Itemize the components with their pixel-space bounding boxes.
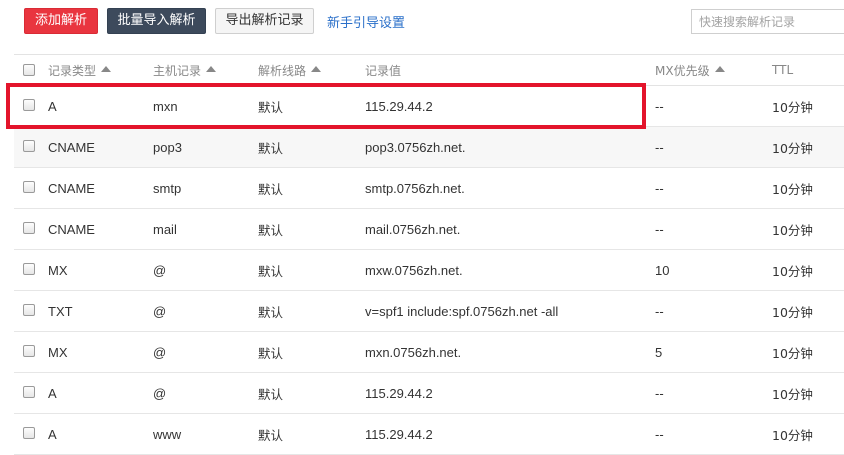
- row-checkbox[interactable]: [23, 386, 35, 398]
- cell-ttl: 10分钟: [772, 345, 813, 361]
- cell-host: @: [153, 344, 167, 360]
- cell-ttl: 10分钟: [772, 140, 813, 156]
- header-label: 记录类型: [48, 63, 97, 78]
- cell-line: 默认: [258, 345, 284, 361]
- cell-mx: --: [655, 385, 664, 401]
- cell-line: 默认: [258, 99, 284, 115]
- cell-value: mxn.0756zh.net.: [365, 344, 462, 360]
- add-record-button[interactable]: 添加解析: [24, 8, 98, 34]
- export-records-button[interactable]: 导出解析记录: [215, 8, 314, 34]
- cell-value: smtp.0756zh.net.: [365, 180, 465, 196]
- cell-mx: --: [655, 180, 664, 196]
- table-row[interactable]: CNAME pop3 默认 pop3.0756zh.net. -- 10分钟: [14, 127, 844, 168]
- cell-host: pop3: [153, 139, 182, 155]
- header-record-type[interactable]: 记录类型: [48, 55, 112, 85]
- batch-import-button[interactable]: 批量导入解析: [107, 8, 206, 34]
- cell-value: v=spf1 include:spf.0756zh.net -all: [365, 303, 559, 319]
- toolbar: 添加解析 批量导入解析 导出解析记录 新手引导设置: [0, 0, 844, 44]
- cell-mx: --: [655, 303, 664, 319]
- cell-ttl: 10分钟: [772, 304, 813, 320]
- sort-up-icon: [311, 66, 322, 72]
- cell-host: smtp: [153, 180, 182, 196]
- table-row[interactable]: A @ 默认 115.29.44.2 -- 10分钟: [14, 373, 844, 414]
- row-checkbox[interactable]: [23, 140, 35, 152]
- header-mx-priority[interactable]: MX优先级: [655, 55, 725, 85]
- cell-line: 默认: [258, 386, 284, 402]
- row-checkbox[interactable]: [23, 427, 35, 439]
- table-row[interactable]: A mxn 默认 115.29.44.2 -- 10分钟: [14, 86, 844, 127]
- cell-value: mxw.0756zh.net.: [365, 262, 463, 278]
- cell-mx: --: [655, 426, 664, 442]
- cell-mx: 10: [655, 262, 670, 278]
- cell-line: 默认: [258, 263, 284, 279]
- cell-host: @: [153, 385, 167, 401]
- cell-type: A: [48, 426, 57, 442]
- cell-type: MX: [48, 262, 68, 278]
- header-label: MX优先级: [655, 63, 710, 78]
- cell-mx: 5: [655, 344, 663, 360]
- cell-ttl: 10分钟: [772, 386, 813, 402]
- cell-mx: --: [655, 221, 664, 237]
- cell-value: pop3.0756zh.net.: [365, 139, 466, 155]
- cell-ttl: 10分钟: [772, 263, 813, 279]
- table-header: 记录类型 主机记录 解析线路 记录值 MX优先级 TTL: [14, 54, 844, 86]
- cell-line: 默认: [258, 140, 284, 156]
- header-value: 记录值: [365, 55, 401, 85]
- header-label: TTL: [772, 63, 794, 77]
- header-label: 记录值: [365, 63, 402, 78]
- cell-value: 115.29.44.2: [365, 426, 433, 442]
- row-checkbox[interactable]: [23, 345, 35, 357]
- cell-ttl: 10分钟: [772, 181, 813, 197]
- header-host[interactable]: 主机记录: [153, 55, 217, 85]
- cell-value: 115.29.44.2: [365, 98, 433, 114]
- cell-host: @: [153, 303, 167, 319]
- sort-up-icon: [206, 66, 217, 72]
- table-row[interactable]: MX @ 默认 mxw.0756zh.net. 10 10分钟: [14, 250, 844, 291]
- select-all-checkbox[interactable]: [23, 64, 35, 76]
- cell-value: mail.0756zh.net.: [365, 221, 461, 237]
- cell-mx: --: [655, 139, 664, 155]
- cell-type: TXT: [48, 303, 73, 319]
- table-row[interactable]: CNAME mail 默认 mail.0756zh.net. -- 10分钟: [14, 209, 844, 250]
- header-ttl: TTL: [772, 55, 793, 85]
- header-line[interactable]: 解析线路: [258, 55, 322, 85]
- row-checkbox[interactable]: [23, 304, 35, 316]
- guide-settings-link[interactable]: 新手引导设置: [327, 12, 405, 31]
- cell-line: 默认: [258, 304, 284, 320]
- cell-mx: --: [655, 98, 664, 114]
- row-checkbox[interactable]: [23, 222, 35, 234]
- cell-line: 默认: [258, 181, 284, 197]
- cell-host: mxn: [153, 98, 178, 114]
- cell-host: www: [153, 426, 182, 442]
- cell-type: MX: [48, 344, 68, 360]
- table-row[interactable]: MX @ 默认 mxn.0756zh.net. 5 10分钟: [14, 332, 844, 373]
- row-checkbox[interactable]: [23, 263, 35, 275]
- cell-type: CNAME: [48, 180, 95, 196]
- cell-value: 115.29.44.2: [365, 385, 433, 401]
- row-checkbox[interactable]: [23, 99, 35, 111]
- sort-up-icon: [714, 66, 725, 72]
- cell-ttl: 10分钟: [772, 427, 813, 443]
- cell-type: A: [48, 98, 57, 114]
- cell-type: CNAME: [48, 221, 95, 237]
- cell-host: mail: [153, 221, 177, 237]
- row-checkbox[interactable]: [23, 181, 35, 193]
- header-label: 解析线路: [258, 63, 307, 78]
- cell-ttl: 10分钟: [772, 222, 813, 238]
- sort-up-icon: [101, 66, 112, 72]
- table-row[interactable]: CNAME smtp 默认 smtp.0756zh.net. -- 10分钟: [14, 168, 844, 209]
- cell-type: CNAME: [48, 139, 95, 155]
- table-row[interactable]: TXT @ 默认 v=spf1 include:spf.0756zh.net -…: [14, 291, 844, 332]
- search-input[interactable]: [691, 9, 844, 34]
- cell-host: @: [153, 262, 167, 278]
- header-label: 主机记录: [153, 63, 202, 78]
- table-row[interactable]: A www 默认 115.29.44.2 -- 10分钟: [14, 414, 844, 455]
- cell-ttl: 10分钟: [772, 99, 813, 115]
- cell-line: 默认: [258, 222, 284, 238]
- cell-type: A: [48, 385, 57, 401]
- cell-line: 默认: [258, 427, 284, 443]
